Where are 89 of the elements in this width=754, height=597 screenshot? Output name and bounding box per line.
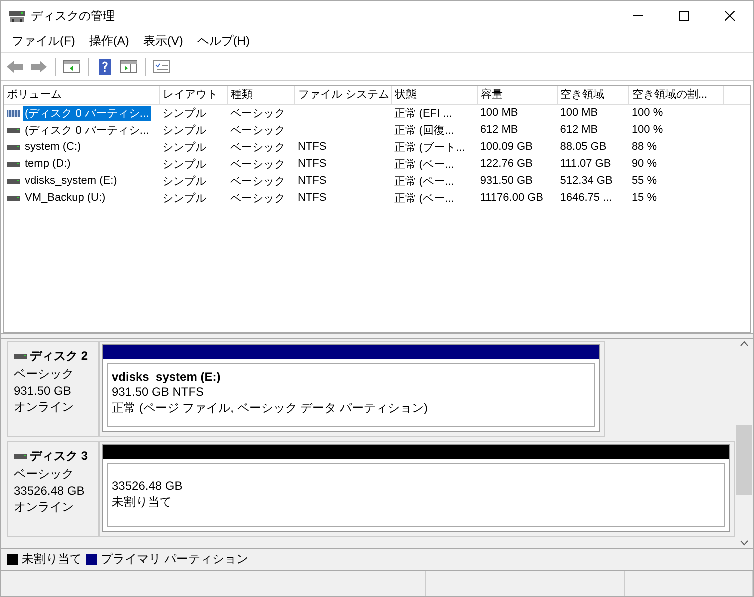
partition-label: vdisks_system (E:) xyxy=(112,370,222,384)
table-cell-text: 1646.75 ... xyxy=(559,191,614,206)
partition-block[interactable]: vdisks_system (E:) 931.50 GB NTFS 正常 (ページ ファイル, ベーシック データ パーティション) xyxy=(102,344,600,432)
scroll-down-icon[interactable] xyxy=(740,540,748,546)
table-cell-text: NTFS xyxy=(296,140,328,155)
menu-item[interactable]: ファイル(F) xyxy=(5,31,82,52)
table-cell-text: 正常 (回復... xyxy=(393,124,456,138)
table-cell-text: ベーシック xyxy=(229,140,286,156)
table-cell-text: ベーシック xyxy=(229,124,286,138)
table-cell-text: 100.09 GB xyxy=(479,140,534,155)
table-cell: 100 % xyxy=(628,104,724,122)
partition-status: 未割り当て xyxy=(112,494,173,511)
table-cell-text: 122.76 GB xyxy=(479,157,534,172)
column-header[interactable]: 空き領域 xyxy=(557,86,629,104)
table-cell: 100 MB xyxy=(557,104,629,122)
disk-drive-icon xyxy=(14,352,27,360)
legend-label: プライマリ パーティション xyxy=(101,551,248,568)
column-header[interactable]: 状態 xyxy=(391,86,478,104)
volume-name[interactable]: temp (D:) xyxy=(23,158,73,170)
table-cell-text: 612 MB xyxy=(479,123,520,138)
table-cell-text: シンプル xyxy=(162,158,208,172)
partition-size: 33526.48 GB xyxy=(112,479,184,493)
disk-size: 33526.48 GB xyxy=(14,484,86,498)
disk-drive-icon xyxy=(9,9,25,23)
table-cell-text: 正常 (ブート... xyxy=(393,140,466,156)
column-header[interactable]: レイアウト xyxy=(160,86,228,104)
table-cell: ベーシック xyxy=(227,104,295,122)
disk-name: ディスク 2 xyxy=(30,348,88,365)
scroll-up-icon[interactable] xyxy=(740,341,748,347)
disk-status: オンライン xyxy=(14,499,75,516)
menu-item[interactable]: 表示(V) xyxy=(136,31,190,52)
panel-icon[interactable] xyxy=(120,58,138,76)
checklist-icon[interactable] xyxy=(153,58,171,76)
table-cell-text: 90 % xyxy=(630,157,658,172)
column-header[interactable]: 種類 xyxy=(227,86,295,104)
column-header[interactable]: 空き領域の割... xyxy=(628,86,724,104)
disk-name: ディスク 3 xyxy=(30,448,88,465)
disk-size: 931.50 GB xyxy=(14,384,72,398)
table-cell-text: NTFS xyxy=(296,174,328,189)
menu-item[interactable]: 操作(A) xyxy=(82,31,136,52)
volume-name[interactable]: system (C:) xyxy=(23,141,84,153)
table-cell-text: 88 % xyxy=(630,140,658,155)
table-cell-text: 612 MB xyxy=(559,123,600,138)
volume-name[interactable]: vdisks_system (E:) xyxy=(23,175,120,187)
table-cell-text: NTFS xyxy=(296,191,328,206)
table-cell-text: 512.34 GB xyxy=(559,174,614,189)
partition-status: 正常 (ページ ファイル, ベーシック データ パーティション) xyxy=(112,400,429,417)
partition-block[interactable]: 33526.48 GB 未割り当て xyxy=(102,444,730,532)
disk-type: ベーシック xyxy=(14,366,75,383)
volume-name[interactable]: (ディスク 0 パーティシ... xyxy=(23,106,152,120)
drive-icon xyxy=(7,108,20,118)
table-cell-text: シンプル xyxy=(162,174,208,190)
help-icon[interactable] xyxy=(96,58,114,76)
table-cell-text: 正常 (ペー... xyxy=(393,174,456,190)
menu-item[interactable]: ヘルプ(H) xyxy=(190,31,257,52)
table-cell-text: ベーシック xyxy=(229,192,286,206)
volume-name[interactable]: (ディスク 0 パーティシ... xyxy=(23,122,152,138)
column-header[interactable]: 容量 xyxy=(477,86,558,104)
column-header[interactable]: ボリューム xyxy=(4,86,160,104)
table-cell-text: 15 % xyxy=(630,191,658,206)
close-icon xyxy=(725,11,735,21)
table-cell-text: 88.05 GB xyxy=(559,140,608,155)
table-cell-text: ベーシック xyxy=(229,174,286,190)
table-cell-text: シンプル xyxy=(162,124,208,138)
disk-type: ベーシック xyxy=(14,466,75,483)
table-cell-text: 正常 (ベー... xyxy=(393,192,456,206)
volume-name[interactable]: VM_Backup (U:) xyxy=(23,192,108,204)
table-cell-text: ベーシック xyxy=(229,158,286,172)
table-cell-text: シンプル xyxy=(162,140,208,156)
table-cell-text: シンプル xyxy=(162,192,208,206)
table-cell-text: 100 % xyxy=(630,123,664,138)
table-cell: シンプル xyxy=(160,104,228,122)
maximize-icon xyxy=(679,11,689,21)
disk-status: オンライン xyxy=(14,399,75,416)
partition-size: 931.50 GB NTFS xyxy=(112,385,206,399)
table-cell-text: 55 % xyxy=(630,174,658,189)
scrollbar[interactable] xyxy=(735,339,753,548)
table-cell-text: 111.07 GB xyxy=(559,157,612,172)
table-cell: 100 MB xyxy=(477,104,558,122)
table-cell-text: 931.50 GB xyxy=(479,174,534,189)
panel-icon[interactable] xyxy=(63,58,81,76)
table-cell-text: 正常 (ベー... xyxy=(393,158,456,172)
table-cell-text: NTFS xyxy=(296,157,328,172)
legend-label: 未割り当て xyxy=(22,551,82,568)
table-cell: 正常 (EFI ... xyxy=(391,104,478,122)
disk-drive-icon xyxy=(14,452,27,460)
column-header[interactable]: ファイル システム xyxy=(294,86,392,104)
window-title: ディスクの管理 xyxy=(31,8,116,24)
table-cell-text: 11176.00 GB xyxy=(479,191,545,206)
